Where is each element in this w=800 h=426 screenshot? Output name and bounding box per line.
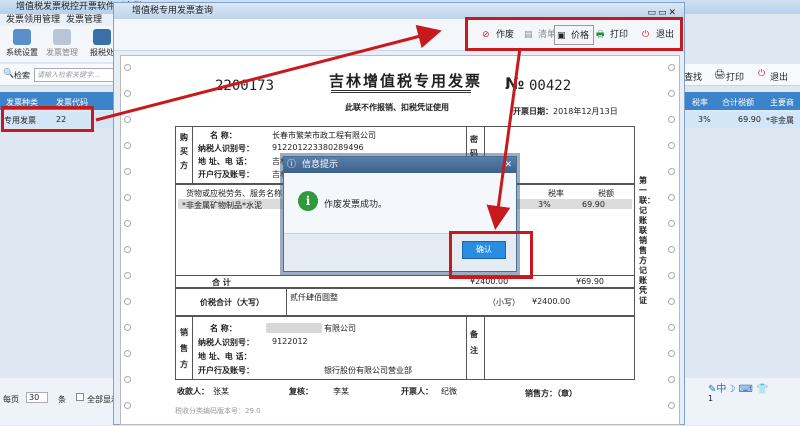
- arrow-toolbar-to-ok: [486, 47, 522, 230]
- arrow-row-to-toolbar: [95, 24, 442, 122]
- annotation-arrows: [95, 24, 522, 230]
